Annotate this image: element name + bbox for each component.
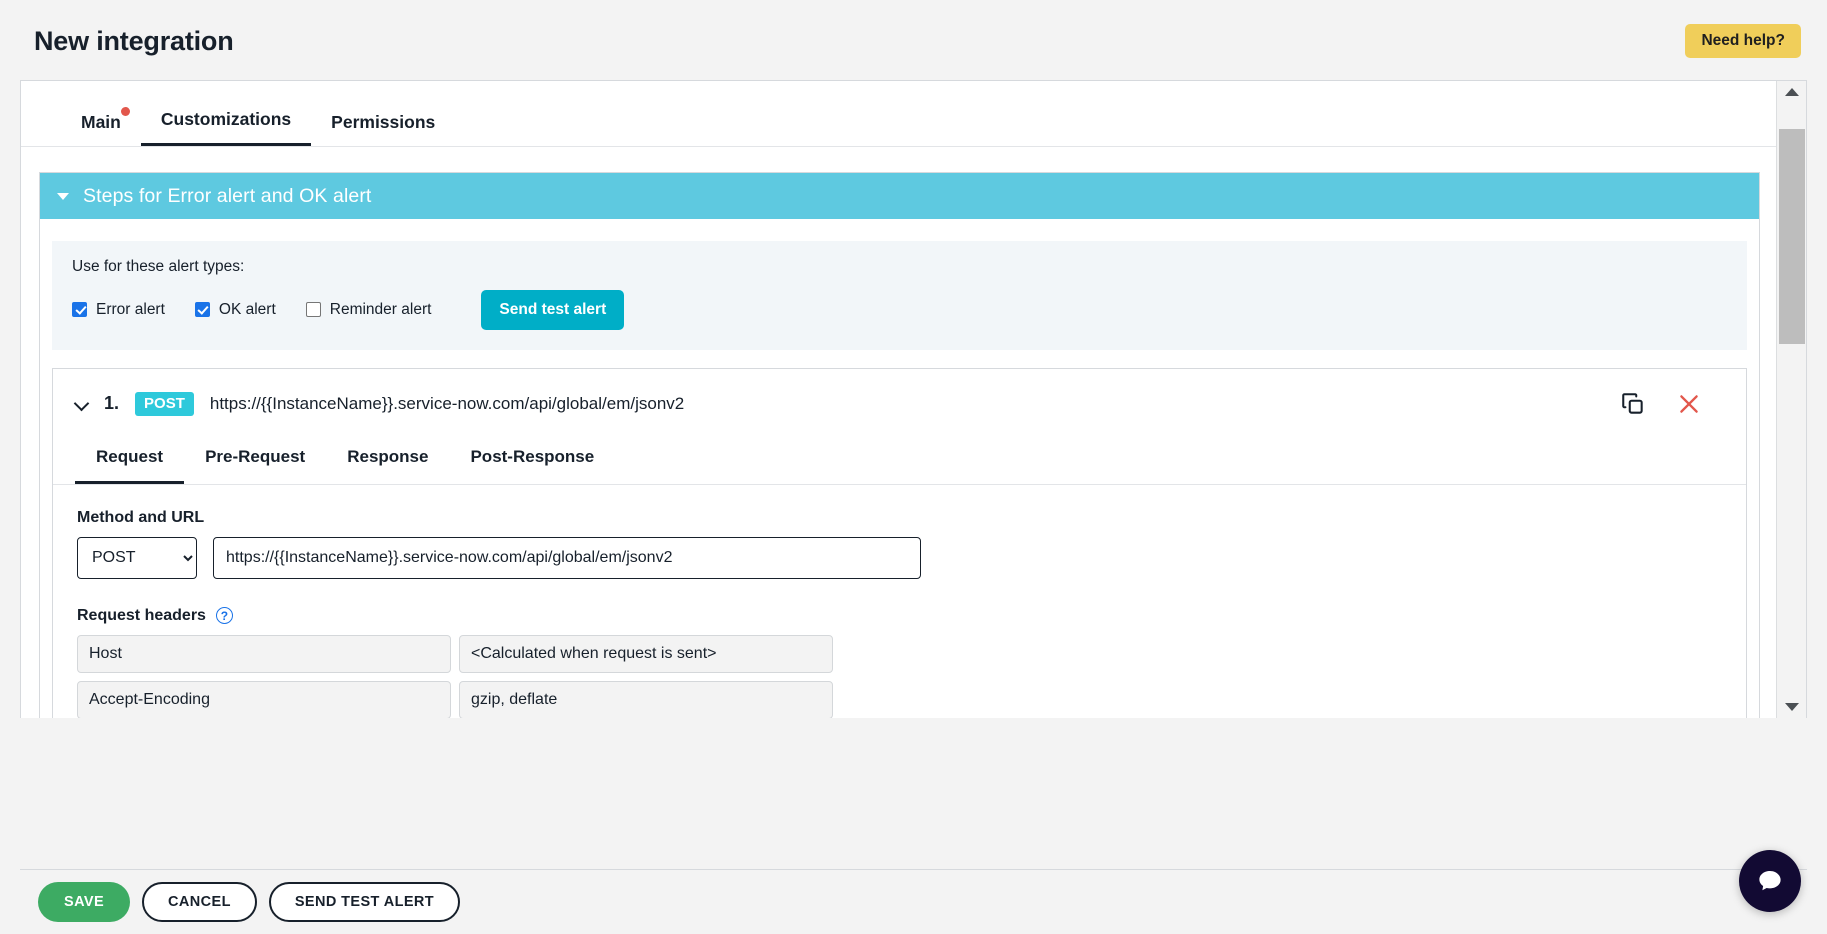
page-title: New integration bbox=[34, 25, 234, 56]
header-key-input[interactable] bbox=[77, 634, 451, 673]
tab-main[interactable]: Main bbox=[61, 107, 141, 146]
tab-request[interactable]: Request bbox=[75, 435, 185, 484]
steps-panel-header[interactable]: Steps for Error alert and OK alert bbox=[40, 173, 1759, 219]
step-tab-bar: Request Pre-Request Response Post-Respon… bbox=[53, 435, 1746, 485]
chat-bubble-icon bbox=[1759, 871, 1781, 891]
checkbox-reminder-alert-box[interactable] bbox=[305, 302, 321, 318]
method-badge: POST bbox=[135, 391, 194, 416]
close-icon[interactable] bbox=[1676, 391, 1702, 417]
help-circle-icon[interactable]: ? bbox=[215, 607, 233, 624]
step-card-1: 1. POST https://{{InstanceName}}.service… bbox=[52, 367, 1747, 718]
tab-customizations-label: Customizations bbox=[160, 109, 292, 129]
card-scroll-area: Main Customizations Permissions Steps fo… bbox=[21, 81, 1778, 718]
request-headers-table bbox=[77, 634, 1724, 718]
table-row bbox=[77, 634, 1724, 673]
chevron-down-icon[interactable] bbox=[75, 397, 89, 411]
method-select[interactable]: POST bbox=[77, 536, 197, 579]
cancel-button[interactable]: CANCEL bbox=[142, 881, 257, 923]
scroll-up-arrow-icon[interactable] bbox=[1777, 81, 1806, 103]
save-button[interactable]: SAVE bbox=[38, 881, 131, 923]
steps-panel-title: Steps for Error alert and OK alert bbox=[83, 184, 372, 207]
checkbox-error-alert[interactable]: Error alert bbox=[72, 301, 165, 319]
request-headers-label-text: Request headers bbox=[77, 606, 206, 624]
url-input[interactable] bbox=[213, 536, 921, 579]
alert-types-row: Error alert OK alert Reminder alert Send… bbox=[72, 290, 1727, 330]
copy-icon[interactable] bbox=[1620, 391, 1646, 417]
checkbox-ok-alert-label: OK alert bbox=[218, 300, 276, 318]
vertical-scrollbar[interactable] bbox=[1776, 81, 1806, 718]
header-key-input[interactable] bbox=[77, 680, 451, 718]
chat-bubble-button[interactable] bbox=[1739, 850, 1801, 912]
alert-types-label: Use for these alert types: bbox=[72, 258, 245, 275]
request-form: Method and URL POST Request headers ? bbox=[53, 485, 1746, 718]
steps-panel: Steps for Error alert and OK alert Use f… bbox=[39, 172, 1760, 718]
tab-response[interactable]: Response bbox=[326, 435, 449, 484]
checkbox-reminder-alert-label: Reminder alert bbox=[329, 300, 432, 318]
top-tab-bar: Main Customizations Permissions bbox=[21, 81, 1778, 147]
step-actions bbox=[1620, 391, 1702, 417]
integration-card: Main Customizations Permissions Steps fo… bbox=[20, 80, 1807, 718]
tab-post-response[interactable]: Post-Response bbox=[449, 435, 615, 484]
checkbox-ok-alert[interactable]: OK alert bbox=[194, 300, 276, 319]
checkbox-ok-alert-box[interactable] bbox=[194, 302, 210, 318]
checkbox-error-alert-label: Error alert bbox=[96, 300, 165, 318]
need-help-button[interactable]: Need help? bbox=[1685, 23, 1801, 59]
send-test-alert-button-bottom[interactable]: SEND TEST ALERT bbox=[268, 881, 461, 923]
send-test-alert-button[interactable]: Send test alert bbox=[481, 290, 625, 330]
checkbox-error-alert-box[interactable] bbox=[72, 302, 87, 318]
step-number: 1. bbox=[104, 393, 120, 413]
tab-main-label: Main bbox=[81, 112, 121, 132]
page-header: New integration Need help? bbox=[0, 0, 1827, 82]
caret-down-icon bbox=[57, 192, 69, 200]
tab-permissions[interactable]: Permissions bbox=[311, 112, 455, 146]
scroll-down-arrow-icon[interactable] bbox=[1777, 696, 1806, 718]
checkbox-reminder-alert[interactable]: Reminder alert bbox=[305, 300, 432, 319]
tab-pre-request[interactable]: Pre-Request bbox=[184, 435, 326, 484]
alert-types-section: Use for these alert types: Error alert O… bbox=[52, 241, 1747, 350]
step-url-text: https://{{InstanceName}}.service-now.com… bbox=[209, 393, 685, 413]
tab-permissions-label: Permissions bbox=[331, 112, 436, 132]
step-header: 1. POST https://{{InstanceName}}.service… bbox=[53, 369, 1746, 435]
header-value-input[interactable] bbox=[459, 634, 833, 673]
action-bar: SAVE CANCEL SEND TEST ALERT bbox=[20, 869, 1807, 934]
request-headers-label: Request headers ? bbox=[77, 607, 1724, 625]
header-value-input[interactable] bbox=[459, 680, 833, 718]
unsaved-changes-dot-icon bbox=[120, 107, 130, 116]
method-and-url-label: Method and URL bbox=[77, 509, 1724, 527]
method-url-row: POST bbox=[77, 536, 1724, 579]
tab-customizations[interactable]: Customizations bbox=[140, 109, 312, 146]
table-row bbox=[77, 680, 1724, 718]
method-and-url-label-text: Method and URL bbox=[77, 508, 205, 526]
scrollbar-thumb[interactable] bbox=[1779, 129, 1805, 344]
